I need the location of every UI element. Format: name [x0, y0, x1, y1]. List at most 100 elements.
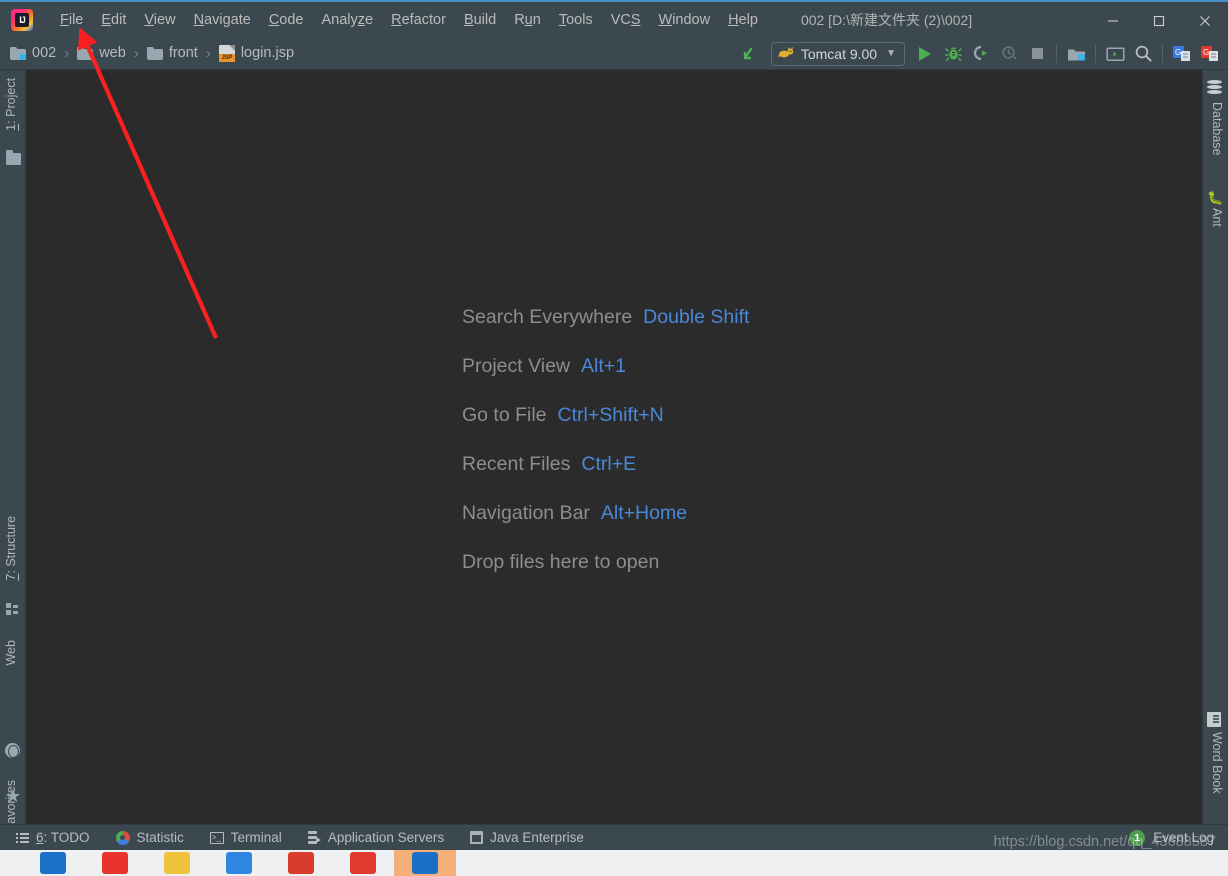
breadcrumb-label: 002 [32, 45, 57, 61]
translate-alt-button[interactable]: G [1196, 41, 1224, 67]
translate-button[interactable]: G [1168, 41, 1196, 67]
bottom-item-todo-mnemonic: 6 [36, 830, 44, 845]
editor-hint-shortcut: Ctrl+E [581, 453, 637, 475]
project-structure-button[interactable] [1062, 41, 1090, 67]
bottom-item-application-servers[interactable]: Application Servers [307, 830, 445, 845]
debug-button[interactable] [939, 41, 967, 67]
breadcrumb-item-web[interactable]: web [77, 45, 126, 61]
taskbar-app-1[interactable] [22, 850, 84, 876]
taskbar-app-6[interactable] [332, 850, 394, 876]
event-log-label: Event Log [1153, 830, 1214, 845]
editor-hint-project-view: Project View Alt+1 [462, 355, 749, 404]
structure-icon [6, 603, 22, 619]
menu-item-refactor[interactable]: Refactor [382, 9, 455, 31]
editor-hint-action: Drop files here to open [462, 551, 660, 573]
menu-item-window[interactable]: Window [650, 9, 720, 31]
sidebar-item-project-mnemonic: 1 [4, 123, 18, 131]
run-configuration-selector[interactable]: Tomcat 9.00 ▼ [770, 41, 905, 66]
terminal-button[interactable] [1101, 41, 1129, 67]
menu-item-help[interactable]: Help [719, 9, 767, 31]
todo-list-icon [16, 832, 29, 844]
database-icon [1207, 80, 1223, 96]
menu-item-vcs[interactable]: VCS [602, 9, 650, 31]
breadcrumb-item-002[interactable]: 002 [10, 45, 56, 61]
globe-icon [5, 743, 21, 759]
taskbar-app-4[interactable] [208, 850, 270, 876]
search-everywhere-button[interactable] [1129, 41, 1157, 67]
menu-item-run[interactable]: Run [505, 9, 550, 31]
editor-empty-area[interactable]: Search Everywhere Double Shift Project Vie… [26, 70, 1202, 824]
taskbar-app-5[interactable] [270, 850, 332, 876]
menu-label-mnemonic: V [144, 11, 154, 28]
toolbar-actions: Tomcat 9.00 ▼ G G [737, 37, 1224, 70]
breadcrumb-label: web [99, 45, 126, 61]
menu-item-navigate[interactable]: Navigate [185, 9, 260, 31]
menu-label-post: elp [738, 11, 758, 28]
right-tool-window-strip: Database 🐛 Ant Word Book [1202, 70, 1228, 824]
sidebar-item-web[interactable]: Web [4, 640, 18, 665]
menu-label-mnemonic: W [658, 11, 673, 28]
menu-label-post: uild [473, 11, 497, 28]
taskbar-app-icon [40, 852, 66, 874]
sidebar-item-database[interactable]: Database [1210, 102, 1224, 156]
menu-item-edit[interactable]: Edit [92, 9, 135, 31]
close-button[interactable] [1182, 3, 1228, 38]
bottom-item-java-enterprise[interactable]: Java Enterprise [470, 830, 584, 845]
bottom-item-statistic[interactable]: Statistic [115, 830, 184, 845]
build-project-icon[interactable] [737, 41, 765, 67]
bottom-item-terminal-label: Terminal [230, 830, 282, 845]
bottom-item-terminal[interactable]: >_ Terminal [209, 830, 282, 845]
menu-label-post: e [365, 11, 374, 28]
menu-label-mnemonic: C [268, 11, 280, 28]
taskbar-app-2[interactable] [84, 850, 146, 876]
bottom-item-application-servers-label: Application Servers [327, 830, 445, 845]
sidebar-item-structure[interactable]: 7: Structure [4, 516, 18, 581]
bottom-item-todo[interactable]: 6: TODO [16, 830, 90, 845]
taskbar-app-icon [412, 852, 438, 874]
breadcrumb-item-login-jsp[interactable]: JSP login.jsp [218, 44, 294, 62]
editor-hint-shortcut: Ctrl+Shift+N [557, 404, 664, 426]
sidebar-item-word-book[interactable]: Word Book [1210, 732, 1224, 794]
menu-item-tools[interactable]: Tools [550, 9, 602, 31]
menu-label-post: indow [672, 11, 711, 28]
menu-item-view[interactable]: View [135, 9, 184, 31]
toolbar-divider-3 [1162, 44, 1163, 63]
sidebar-item-word-book-label: Word Book [1210, 732, 1224, 794]
window-controls [1090, 2, 1228, 39]
taskbar-app-icon [350, 852, 376, 874]
run-coverage-button[interactable] [967, 41, 995, 67]
editor-hint-action: Project View [462, 355, 571, 377]
sidebar-item-structure-label: : Structure [4, 516, 18, 574]
taskbar-app-7[interactable] [394, 850, 456, 876]
taskbar-app-icon [164, 852, 190, 874]
menu-label-mnemonic: E [101, 11, 112, 28]
breadcrumb-item-front[interactable]: front [146, 45, 198, 61]
folder-icon [146, 46, 163, 60]
menu-item-file[interactable]: File [51, 9, 92, 31]
menu-item-analyze[interactable]: Analyze [313, 9, 383, 31]
menu-item-code[interactable]: Code [260, 9, 313, 31]
menu-item-build[interactable]: Build [455, 9, 505, 31]
profile-button[interactable] [995, 41, 1023, 67]
taskbar-app-3[interactable] [146, 850, 208, 876]
editor-hint-navigation-bar: Navigation Bar Alt+Home [462, 502, 749, 551]
menu-label-mnemonic: B [463, 11, 474, 28]
intellij-logo-icon: IJ [11, 8, 33, 31]
editor-hint-shortcut: Alt+Home [600, 502, 688, 524]
sidebar-item-ant[interactable]: Ant [1210, 208, 1224, 227]
chevron-down-icon[interactable]: ▼ [886, 48, 896, 59]
book-icon [1207, 712, 1223, 728]
taskbar-app-icon [102, 852, 128, 874]
menu-label-pre: Analy [321, 11, 358, 28]
run-button[interactable] [911, 41, 939, 67]
taskbar-start-region[interactable] [0, 850, 22, 876]
menu-label-post: iew [153, 11, 176, 28]
menu-label-pre: VC [610, 11, 631, 28]
event-log-button[interactable]: 1 Event Log [1129, 829, 1214, 846]
minimize-button[interactable] [1090, 3, 1136, 38]
maximize-button[interactable] [1136, 3, 1182, 38]
stop-button[interactable] [1023, 41, 1051, 67]
editor-hint-list: Search Everywhere Double Shift Project Vie… [462, 306, 749, 600]
terminal-icon: >_ [209, 831, 224, 844]
sidebar-item-project[interactable]: 1: Project [4, 78, 18, 131]
